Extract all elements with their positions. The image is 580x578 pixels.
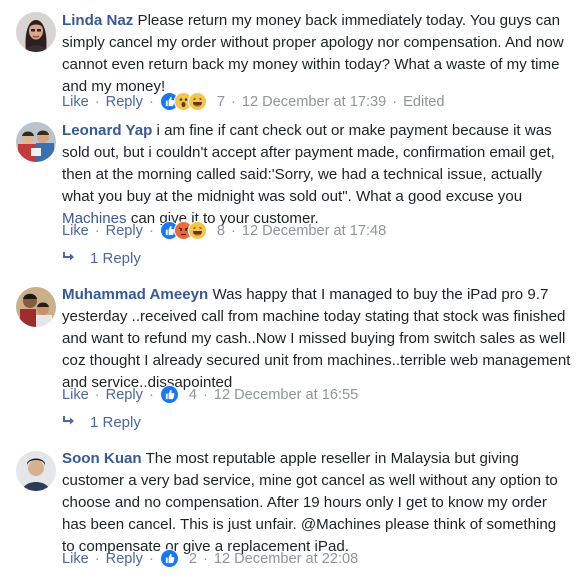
reply-link[interactable]: Reply <box>106 94 143 110</box>
comment-author[interactable]: Linda Naz <box>62 12 133 29</box>
comment-actions: Like · Reply · 8 · 12 December at 17:48 <box>62 221 386 240</box>
reaction-count[interactable]: 2 <box>189 551 197 567</box>
comment-body: Soon Kuan The most reputable apple resel… <box>62 448 572 558</box>
edited-label[interactable]: Edited <box>403 94 444 110</box>
avatar[interactable] <box>16 122 56 162</box>
view-replies-link[interactable]: 1 Reply <box>62 250 141 267</box>
reply-arrow-icon <box>62 414 76 431</box>
replies-label[interactable]: 1 Reply <box>90 414 141 431</box>
reply-arrow-icon <box>62 250 76 267</box>
reply-link[interactable]: Reply <box>106 223 143 239</box>
comment-author[interactable]: Soon Kuan <box>62 450 142 467</box>
like-link[interactable]: Like <box>62 387 89 403</box>
comment-author[interactable]: Muhammad Ameeyn <box>62 286 208 303</box>
separator: · <box>202 550 208 567</box>
reactions-summary[interactable] <box>159 385 179 404</box>
avatar[interactable] <box>16 451 56 491</box>
reply-link[interactable]: Reply <box>106 551 143 567</box>
reactions-summary[interactable] <box>159 221 207 240</box>
separator: · <box>94 550 100 567</box>
reactions-summary[interactable] <box>159 549 179 568</box>
comment-actions: Like · Reply · 2 · 12 December at 22:08 <box>62 549 358 568</box>
timestamp[interactable]: 12 December at 22:08 <box>214 551 358 567</box>
separator: · <box>392 93 398 110</box>
like-link[interactable]: Like <box>62 551 89 567</box>
avatar[interactable] <box>16 12 56 52</box>
like-link[interactable]: Like <box>62 94 89 110</box>
like-link[interactable]: Like <box>62 223 89 239</box>
view-replies-link[interactable]: 1 Reply <box>62 414 141 431</box>
reaction-count[interactable]: 8 <box>217 223 225 239</box>
comment-actions: Like · Reply · 4 · 12 December at 16:55 <box>62 385 358 404</box>
reply-link[interactable]: Reply <box>106 387 143 403</box>
reactions-summary[interactable] <box>159 92 207 111</box>
separator: · <box>148 222 154 239</box>
comment-text: Please return my money back immediately … <box>62 12 564 95</box>
like-icon <box>159 385 179 404</box>
separator: · <box>230 222 236 239</box>
separator: · <box>94 222 100 239</box>
haha-icon <box>187 92 207 111</box>
comment-body: Muhammad Ameeyn Was happy that I managed… <box>62 284 572 394</box>
reaction-count[interactable]: 7 <box>217 94 225 110</box>
replies-label[interactable]: 1 Reply <box>90 250 141 267</box>
haha-icon <box>187 221 207 240</box>
timestamp[interactable]: 12 December at 16:55 <box>214 387 358 403</box>
timestamp[interactable]: 12 December at 17:39 <box>242 94 386 110</box>
separator: · <box>148 93 154 110</box>
timestamp[interactable]: 12 December at 17:48 <box>242 223 386 239</box>
comment-actions: Like · Reply · 7 · 12 December at 17:39 … <box>62 92 445 111</box>
separator: · <box>148 550 154 567</box>
separator: · <box>202 386 208 403</box>
separator: · <box>94 386 100 403</box>
comment-body: Leonard Yap i am fine if cant check out … <box>62 120 572 230</box>
comment-body: Linda Naz Please return my money back im… <box>62 10 572 98</box>
comment-author[interactable]: Leonard Yap <box>62 122 152 139</box>
separator: · <box>148 386 154 403</box>
reaction-count[interactable]: 4 <box>189 387 197 403</box>
separator: · <box>94 93 100 110</box>
like-icon <box>159 549 179 568</box>
separator: · <box>230 93 236 110</box>
comment-thread: Linda Naz Please return my money back im… <box>0 0 580 578</box>
avatar[interactable] <box>16 287 56 327</box>
